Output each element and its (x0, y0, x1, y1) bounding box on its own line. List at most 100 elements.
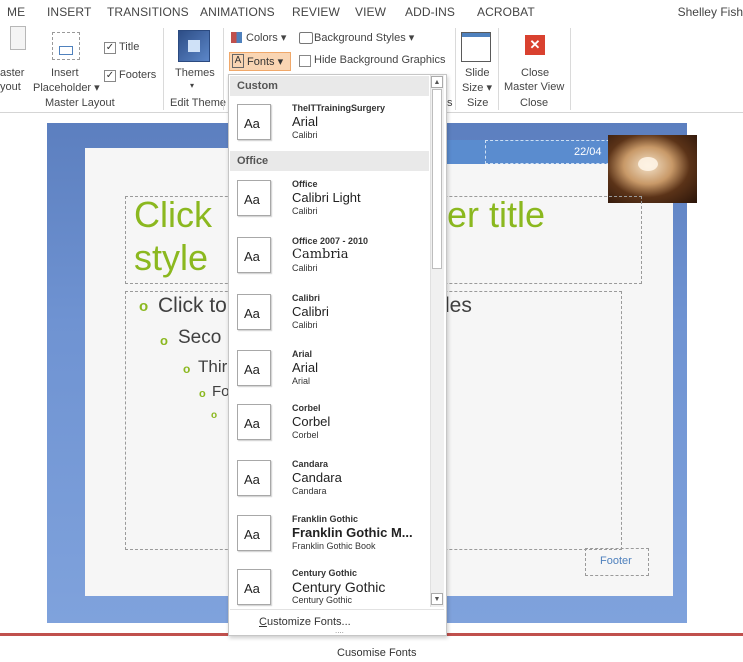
font-option-body: Calibri (292, 320, 318, 330)
tab-add-ins[interactable]: ADD-INS (405, 5, 455, 19)
title-checkbox-label: Title (119, 41, 140, 53)
font-option-heading: Franklin Gothic M... (292, 525, 413, 540)
insert-placeholder-icon[interactable] (52, 32, 80, 60)
background-styles-button[interactable]: Background Styles ▾ (314, 31, 414, 44)
font-option-arial[interactable]: Aa Arial Arial Arial (230, 343, 429, 397)
insert-placeholder-label-2[interactable]: Placeholder ▾ (33, 81, 100, 94)
font-option-heading: Arial (292, 114, 319, 129)
fonts-dropdown[interactable]: Custom Aa TheITTrainingSurgery Arial Cal… (228, 74, 447, 636)
close-master-view-label-1[interactable]: Close (521, 67, 549, 79)
footers-checkbox[interactable]: ✓ (104, 70, 116, 82)
bullet-glyph: o (139, 298, 149, 315)
title-text-left: Click (134, 194, 212, 235)
scroll-up-button[interactable]: ▲ (431, 76, 443, 88)
font-option-office[interactable]: Aa Office Calibri Light Calibri (230, 173, 429, 227)
user-name[interactable]: Shelley Fish (678, 5, 743, 19)
tab-transitions[interactable]: TRANSITIONS (107, 5, 189, 19)
font-option-name: Office 2007 - 2010 (292, 236, 369, 246)
tab-review[interactable]: REVIEW (292, 5, 340, 19)
background-styles-icon[interactable] (299, 32, 313, 44)
font-option-heading: Calibri (292, 304, 329, 319)
slide-size-label-1[interactable]: Slide (465, 67, 489, 79)
slide-size-label-2[interactable]: Size ▾ (462, 81, 492, 94)
master-layout-icon[interactable] (10, 26, 26, 50)
ribbon-tab-bar: ME INSERT TRANSITIONS ANIMATIONS REVIEW … (0, 0, 743, 24)
font-option-theittrainingsurgery[interactable]: Aa TheITTrainingSurgery Arial Calibri (230, 97, 429, 151)
office-section-header: Office (230, 151, 429, 171)
scroll-down-button[interactable]: ▼ (431, 593, 443, 605)
bullet-glyph: o (183, 362, 191, 376)
font-option-heading: Cambria (292, 247, 349, 262)
font-option-century-gothic[interactable]: Aa Century Gothic Century Gothic Century… (230, 562, 429, 616)
ribbon-separator (455, 28, 456, 110)
hide-background-checkbox[interactable] (299, 55, 311, 67)
close-master-view-label-2[interactable]: Master View (504, 81, 564, 93)
font-option-body: Corbel (292, 430, 319, 440)
title-checkbox[interactable]: ✓ (104, 42, 116, 54)
title-text-right: er title (447, 194, 546, 235)
bullet-glyph: o (199, 388, 206, 400)
background-group-label: s (447, 97, 453, 109)
font-option-body: Calibri (292, 206, 318, 216)
resize-grip[interactable]: .... (335, 626, 344, 635)
themes-icon[interactable] (178, 30, 210, 62)
fonts-button-label: Fonts ▾ (247, 56, 284, 68)
scroll-thumb[interactable] (432, 89, 442, 269)
fonts-button[interactable]: A Fonts ▾ (229, 52, 291, 71)
figure-caption: Cusomise Fonts (337, 647, 417, 659)
customize-fonts-access-key: C (259, 616, 267, 628)
font-option-body: Franklin Gothic Book (292, 541, 376, 551)
close-group-label: Close (520, 97, 549, 109)
font-option-heading: Corbel (292, 414, 331, 429)
footer-text: Footer (600, 555, 632, 567)
font-option-heading: Calibri Light (292, 190, 361, 205)
font-option-name: Candara (292, 459, 329, 469)
bullet-glyph: o (160, 333, 168, 348)
themes-dropdown-arrow[interactable]: ▾ (190, 81, 194, 90)
ribbon-separator (570, 28, 571, 110)
font-option-heading: Century Gothic (292, 579, 386, 595)
themes-label[interactable]: Themes (175, 67, 215, 79)
edit-theme-group-label: Edit Theme (170, 97, 227, 109)
coffee-picture[interactable] (608, 135, 697, 203)
bullet-level-3: Thir (198, 357, 228, 376)
colors-icon[interactable] (231, 32, 242, 43)
colors-button[interactable]: Colors ▾ (246, 31, 286, 44)
bullet-level-4: Fo (212, 383, 230, 400)
dropdown-scrollbar[interactable]: ▲ ▼ (430, 75, 444, 607)
bullet-glyph: o (211, 410, 218, 421)
font-sample-thumbnail: Aa (237, 569, 271, 605)
bullet-level-1-right: les (445, 294, 472, 317)
bullet-level-2: Seco (178, 327, 222, 348)
title-text-line2: style (134, 237, 209, 278)
ribbon-separator (163, 28, 164, 110)
insert-placeholder-label-1[interactable]: Insert (51, 67, 79, 79)
tab-acrobat[interactable]: ACROBAT (477, 5, 535, 19)
tab-insert[interactable]: INSERT (47, 5, 91, 19)
font-option-candara[interactable]: Aa Candara Candara Candara (230, 453, 429, 507)
font-sample-thumbnail: Aa (237, 237, 271, 273)
bullet-level-1: Click to (158, 294, 227, 317)
custom-section-header: Custom (230, 76, 429, 96)
date-text: 22/04 (574, 146, 602, 158)
font-option-calibri[interactable]: Aa Calibri Calibri Calibri (230, 287, 429, 341)
tab-home[interactable]: ME (7, 5, 25, 19)
font-option-name: Office (292, 179, 318, 189)
font-sample-thumbnail: Aa (237, 350, 271, 386)
font-sample-thumbnail: Aa (237, 460, 271, 496)
master-layout-label-2: yout (0, 81, 21, 93)
font-option-office-2007-2010[interactable]: Aa Office 2007 - 2010 Cambria Calibri (230, 230, 429, 284)
tab-animations[interactable]: ANIMATIONS (200, 5, 275, 19)
ribbon-separator (223, 28, 224, 110)
font-option-corbel[interactable]: Aa Corbel Corbel Corbel (230, 397, 429, 451)
slide-size-icon[interactable] (461, 32, 491, 62)
font-option-franklin-gothic[interactable]: Aa Franklin Gothic Franklin Gothic M... … (230, 508, 429, 562)
font-sample-thumbnail: Aa (237, 180, 271, 216)
font-sample-thumbnail: Aa (237, 404, 271, 440)
font-option-body: Arial (292, 376, 311, 386)
tab-view[interactable]: VIEW (355, 5, 386, 19)
size-group-label: Size (467, 97, 489, 109)
close-master-view-icon[interactable]: ✕ (525, 35, 545, 55)
font-sample-thumbnail: Aa (237, 104, 271, 140)
font-option-name: Calibri (292, 293, 321, 303)
